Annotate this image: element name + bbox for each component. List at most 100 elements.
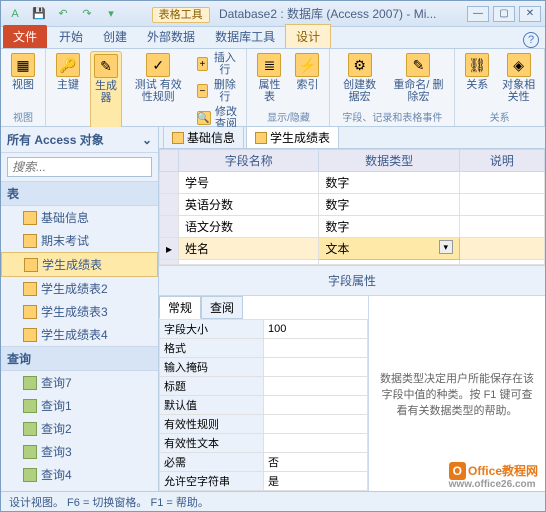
nav-query-item[interactable]: 查询4 [1,463,158,486]
row-selector[interactable] [160,216,179,238]
prop-value[interactable] [264,377,368,396]
row-selector[interactable] [160,260,179,265]
relationships-button[interactable]: ⛓关系 [461,51,493,105]
nav-table-item[interactable]: 学生成绩表 [1,252,158,277]
desc-cell[interactable] [459,216,544,238]
ribbon-tabs: 文件 开始 创建 外部数据 数据库工具 设计 ? [1,27,545,49]
tab-dbtools[interactable]: 数据库工具 [205,25,285,48]
nav-query-item[interactable]: 查询1 [1,394,158,417]
prop-value[interactable] [264,434,368,453]
prop-value[interactable]: 是 [264,472,368,491]
col-data-type[interactable]: 数据类型 [319,150,459,172]
property-tabs: 常规 查阅 [159,296,368,319]
nav-table-item[interactable]: 学生成绩表2 [1,277,158,300]
field-name-cell[interactable]: 学号 [179,172,319,194]
nav-table-item[interactable]: 学生成绩表3 [1,300,158,323]
row-selector[interactable]: ▸ [160,238,179,260]
minimize-button[interactable]: — [467,6,489,22]
prop-name[interactable]: 索引 [160,491,264,492]
search-input[interactable] [7,157,152,177]
dropdown-icon[interactable]: ▾ [439,240,453,254]
validation-icon: ✓ [146,53,170,77]
desc-cell[interactable] [459,260,544,265]
builder-button[interactable]: ✎生成器 [90,51,122,132]
maximize-button[interactable]: ▢ [493,6,515,22]
property-grid: 字段大小100格式输入掩码标题默认值有效性规则有效性文本必需否允许空字符串是索引… [159,319,368,491]
create-macro-button[interactable]: ⚙创建数据宏 [336,51,382,105]
prop-name[interactable]: 输入掩码 [160,358,264,377]
prop-name[interactable]: 默认值 [160,396,264,415]
prop-value[interactable]: 无 [264,491,368,492]
primary-key-button[interactable]: 🔑主键 [52,51,84,132]
nav-header[interactable]: 所有 Access 对象⌄ [1,127,158,153]
field-properties-title: 字段属性 [159,265,545,296]
field-name-cell[interactable]: 英语分数 [179,194,319,216]
tab-design[interactable]: 设计 [285,24,331,48]
data-type-cell[interactable] [319,260,459,265]
access-app-icon[interactable]: A [5,4,25,24]
nav-table-item[interactable]: 基础信息 [1,206,158,229]
row-selector[interactable] [160,172,179,194]
redo-icon[interactable]: ↷ [77,4,97,24]
undo-icon[interactable]: ↶ [53,4,73,24]
property-sheet-button[interactable]: ≣属性表 [253,51,285,105]
qat-dropdown-icon[interactable]: ▾ [101,4,121,24]
prop-value[interactable]: 100 [264,320,368,339]
group-label-relations: 关系 [461,108,538,124]
rename-macro-button[interactable]: ✎重命名/ 删除宏 [389,51,448,105]
desc-cell[interactable] [459,238,544,260]
view-button[interactable]: ▦视图 [7,51,39,93]
tab-file[interactable]: 文件 [3,25,47,48]
help-icon[interactable]: ? [523,32,539,48]
prop-value[interactable] [264,339,368,358]
insert-row-button[interactable]: +插入行 [195,51,241,77]
prop-name[interactable]: 标题 [160,377,264,396]
desc-cell[interactable] [459,194,544,216]
nav-query-item[interactable]: 查询3 [1,440,158,463]
prop-name[interactable]: 必需 [160,453,264,472]
prop-name[interactable]: 有效性规则 [160,415,264,434]
object-tab[interactable]: 基础信息 [163,127,244,148]
field-name-cell[interactable]: 语文分数 [179,216,319,238]
prop-value[interactable] [264,358,368,377]
nav-table-item[interactable]: 学生成绩表4 [1,323,158,346]
nav-query-item[interactable]: 查询5 [1,486,158,491]
row-selector[interactable] [160,194,179,216]
col-field-name[interactable]: 字段名称 [179,150,319,172]
tab-create[interactable]: 创建 [93,25,137,48]
col-description[interactable]: 说明 [459,150,544,172]
indexes-button[interactable]: ⚡索引 [291,51,323,105]
nav-query-item[interactable]: 查询7 [1,371,158,394]
prop-name[interactable]: 有效性文本 [160,434,264,453]
prop-name[interactable]: 格式 [160,339,264,358]
field-name-cell[interactable]: 姓名 [179,238,319,260]
nav-table-item[interactable]: 期末考试 [1,229,158,252]
delete-row-button[interactable]: −删除行 [195,78,241,104]
tab-lookup[interactable]: 查阅 [201,296,243,319]
test-validation-button[interactable]: ✓测试 有效性规则 [128,51,189,132]
prop-value[interactable]: 否 [264,453,368,472]
prop-name[interactable]: 字段大小 [160,320,264,339]
nav-group-queries[interactable]: 查询 [1,346,158,371]
nav-group-tables[interactable]: 表 [1,181,158,206]
nav-query-item[interactable]: 查询2 [1,417,158,440]
chevron-down-icon[interactable]: ⌄ [142,133,152,147]
object-tab[interactable]: 学生成绩表 [246,127,339,148]
prop-value[interactable] [264,396,368,415]
prop-value[interactable] [264,415,368,434]
content-area: 所有 Access 对象⌄ 表 基础信息 期末考试 学生成绩表 学生成绩表2 学… [1,127,545,491]
tab-home[interactable]: 开始 [49,25,93,48]
close-button[interactable]: ✕ [519,6,541,22]
ribbon-group-tools: 🔑主键 ✎生成器 ✓测试 有效性规则 +插入行 −删除行 🔍修改查阅 工具 [46,49,247,126]
object-dependencies-button[interactable]: ◈对象相关性 [499,51,538,105]
desc-cell[interactable] [459,172,544,194]
data-type-cell[interactable]: 数字 [319,216,459,238]
prop-name[interactable]: 允许空字符串 [160,472,264,491]
data-type-cell[interactable]: 文本▾ [319,238,459,260]
field-name-cell[interactable] [179,260,319,265]
tab-external[interactable]: 外部数据 [137,25,205,48]
data-type-cell[interactable]: 数字 [319,172,459,194]
save-icon[interactable]: 💾 [29,4,49,24]
data-type-cell[interactable]: 数字 [319,194,459,216]
tab-general[interactable]: 常规 [159,296,201,319]
